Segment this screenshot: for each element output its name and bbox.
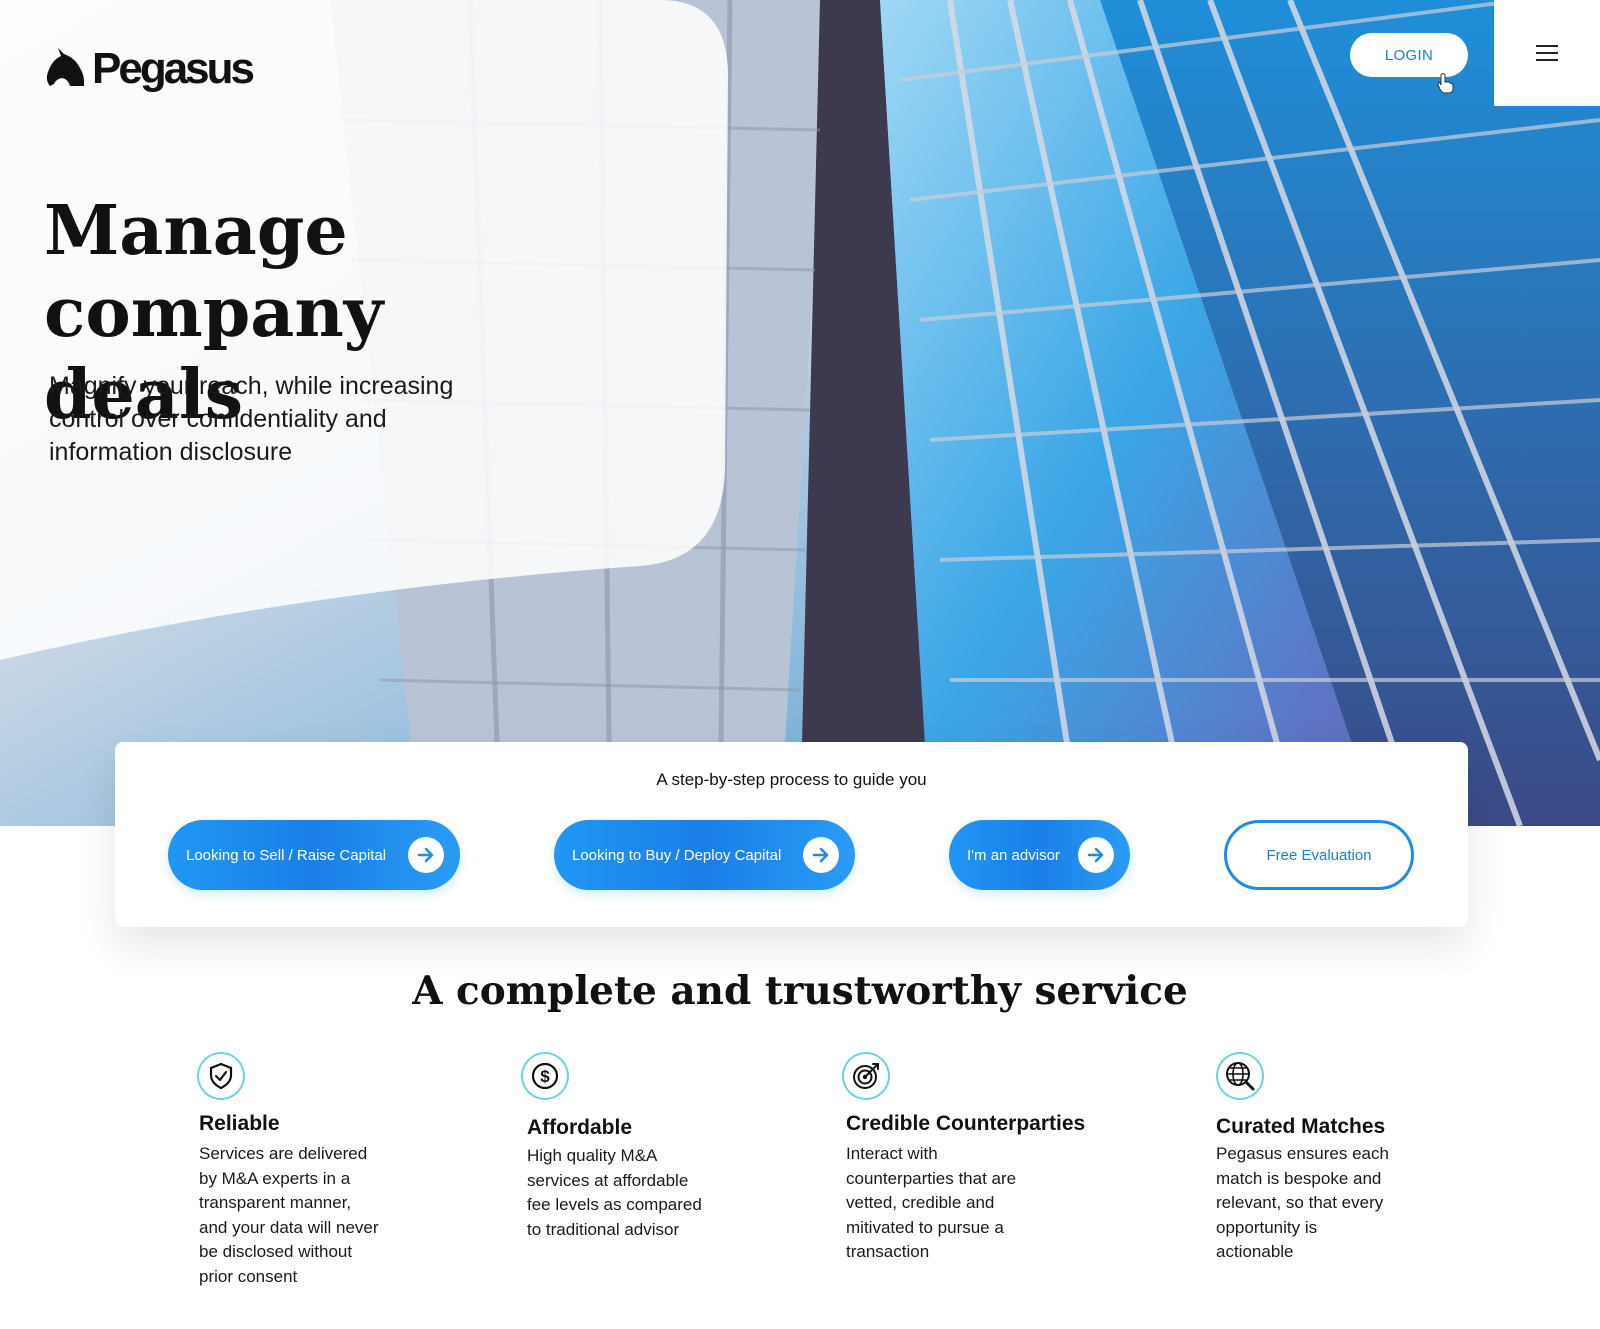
feature-heading: Credible Counterparties <box>846 1112 1086 1135</box>
sell-raise-capital-button[interactable]: Looking to Sell / Raise Capital <box>168 820 460 890</box>
feature-line: counterparties that are <box>846 1168 1017 1188</box>
feature-line: Services are delivered <box>199 1144 368 1163</box>
feature-line: by M&A experts in a <box>199 1168 351 1188</box>
free-evaluation-button[interactable]: Free Evaluation <box>1224 820 1414 890</box>
hero-title-line1: Manage <box>44 191 348 271</box>
advisor-button[interactable]: I'm an advisor <box>949 820 1130 890</box>
feature-line: transaction <box>846 1242 930 1261</box>
target-icon <box>844 1054 888 1098</box>
feature-description: Interact with counterparties that are ve… <box>846 1142 1104 1265</box>
globe-search-icon <box>1218 1054 1262 1098</box>
buy-deploy-capital-button[interactable]: Looking to Buy / Deploy Capital <box>554 820 855 890</box>
feature-line: to traditional advisor <box>527 1219 680 1239</box>
services-title: A complete and trustworthy service <box>412 968 1188 1014</box>
feature-line: fee levels as compared <box>527 1195 702 1214</box>
feature-line: actionable <box>1216 1242 1294 1261</box>
brand-name: Pegasus <box>92 44 255 93</box>
feature-heading: Reliable <box>199 1112 280 1135</box>
arrow-right-icon <box>1078 837 1114 873</box>
hero-subtitle: Magnify your reach, while increasing con… <box>49 370 519 469</box>
hamburger-icon <box>1536 45 1558 61</box>
feature-heading: Affordable <box>527 1116 632 1139</box>
process-card: A step-by-step process to guide you Look… <box>115 742 1468 927</box>
feature-line: relevant, so that every <box>1216 1193 1384 1212</box>
shield-check-icon <box>199 1054 243 1098</box>
login-button[interactable]: LOGIN <box>1350 33 1468 77</box>
hero-subtitle-line2: control over confidentiality and <box>49 405 387 433</box>
buy-deploy-capital-label: Looking to Buy / Deploy Capital <box>572 846 782 864</box>
pegasus-logo[interactable]: Pegasus <box>44 44 255 94</box>
feature-line: be disclosed without <box>199 1242 353 1261</box>
process-title: A step-by-step process to guide you <box>656 770 927 789</box>
arrow-right-icon <box>408 837 444 873</box>
feature-description: Services are delivered by M&A experts in… <box>199 1142 459 1289</box>
feature-line: prior consent <box>199 1266 298 1286</box>
feature-line: services at affordable <box>527 1170 689 1190</box>
feature-line: match is bespoke and <box>1216 1168 1382 1188</box>
feature-line: Pegasus ensures each <box>1216 1144 1389 1163</box>
feature-heading: Curated Matches <box>1216 1115 1386 1138</box>
menu-button[interactable] <box>1494 0 1600 106</box>
feature-line: and your data will never <box>199 1217 379 1237</box>
feature-credible-counterparties: Credible Counterparties Interact with co… <box>844 1054 1104 1265</box>
hand-cursor-icon <box>1437 73 1454 94</box>
feature-line: vetted, credible and <box>846 1193 995 1212</box>
dollar-icon: $ <box>523 1054 567 1098</box>
feature-curated-matches: Curated Matches Pegasus ensures each mat… <box>1216 1054 1478 1265</box>
feature-line: opportunity is <box>1216 1217 1318 1237</box>
arrow-right-icon <box>803 837 839 873</box>
sell-raise-capital-label: Looking to Sell / Raise Capital <box>186 846 387 864</box>
feature-affordable: $ Affordable High quality M&A services a… <box>523 1054 783 1242</box>
hero-subtitle-line1: Magnify your reach, while increasing <box>49 372 454 400</box>
feature-reliable: Reliable Services are delivered by M&A e… <box>199 1054 459 1289</box>
feature-description: Pegasus ensures each match is bespoke an… <box>1216 1142 1478 1265</box>
horse-head-icon <box>46 48 85 86</box>
hero-subtitle-line3: information disclosure <box>49 438 293 466</box>
feature-line: Interact with <box>846 1144 938 1163</box>
feature-line: mitivated to pursue a <box>846 1217 1004 1237</box>
feature-description: High quality M&A services at affordable … <box>527 1144 783 1242</box>
feature-line: transparent manner, <box>199 1193 352 1212</box>
advisor-label: I'm an advisor <box>967 846 1060 864</box>
feature-line: High quality M&A <box>527 1146 658 1165</box>
svg-text:$: $ <box>540 1067 550 1086</box>
